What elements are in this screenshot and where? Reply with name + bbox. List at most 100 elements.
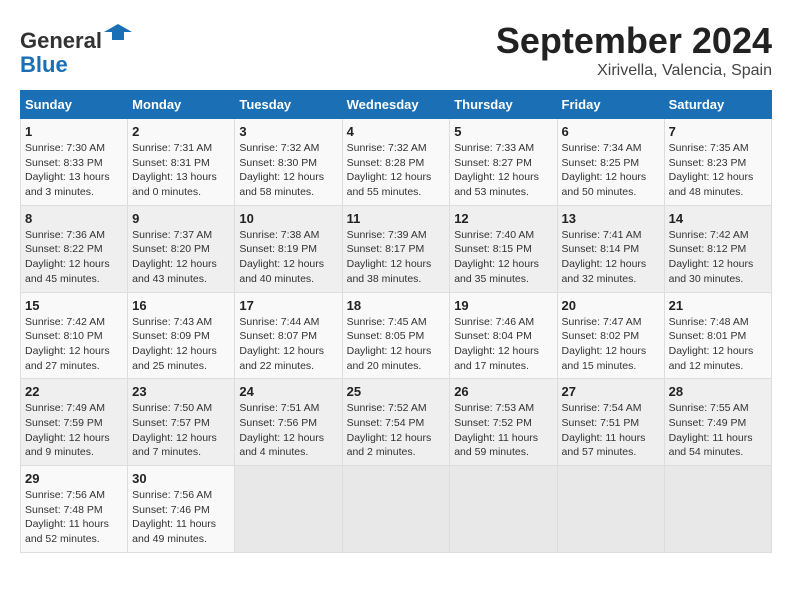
day-info: Sunrise: 7:34 AMSunset: 8:25 PMDaylight:… (562, 141, 660, 200)
location-subtitle: Xirivella, Valencia, Spain (496, 62, 772, 80)
calendar-day-cell: 13Sunrise: 7:41 AMSunset: 8:14 PMDayligh… (557, 205, 664, 292)
day-info: Sunrise: 7:56 AMSunset: 7:48 PMDaylight:… (25, 488, 123, 547)
day-info: Sunrise: 7:39 AMSunset: 8:17 PMDaylight:… (347, 228, 446, 287)
day-number: 21 (669, 298, 767, 313)
day-info: Sunrise: 7:49 AMSunset: 7:59 PMDaylight:… (25, 401, 123, 460)
calendar-week-row: 22 Sunrise: 7:49 AMSunset: 7:59 PMDayligh… (21, 379, 772, 466)
day-info: Sunrise: 7:47 AMSunset: 8:02 PMDaylight:… (562, 315, 660, 374)
day-number: 9 (132, 211, 230, 226)
calendar-week-row: 29Sunrise: 7:56 AMSunset: 7:48 PMDayligh… (21, 466, 772, 553)
calendar-table: Sunday Monday Tuesday Wednesday Thursday… (20, 90, 772, 553)
day-number: 26 (454, 384, 552, 399)
day-info: Sunrise: 7:50 AMSunset: 7:57 PMDaylight:… (132, 401, 230, 460)
day-info: Sunrise: 7:32 AMSunset: 8:30 PMDaylight:… (239, 141, 337, 200)
day-info: Sunrise: 7:31 AMSunset: 8:31 PMDaylight:… (132, 141, 230, 200)
day-info: Sunrise: 7:36 AMSunset: 8:22 PMDaylight:… (25, 228, 123, 287)
header-row: Sunday Monday Tuesday Wednesday Thursday… (21, 91, 772, 119)
day-info: Sunrise: 7:37 AMSunset: 8:20 PMDaylight:… (132, 228, 230, 287)
calendar-day-cell: 1Sunrise: 7:30 AMSunset: 8:33 PMDaylight… (21, 119, 128, 206)
calendar-day-cell: 11 Sunrise: 7:39 AMSunset: 8:17 PMDayligh… (342, 205, 450, 292)
calendar-day-cell: 17 Sunrise: 7:44 AMSunset: 8:07 PMDayligh… (235, 292, 342, 379)
logo-general: General (20, 28, 102, 53)
col-saturday: Saturday (664, 91, 771, 119)
col-friday: Friday (557, 91, 664, 119)
calendar-day-cell: 21Sunrise: 7:48 AMSunset: 8:01 PMDayligh… (664, 292, 771, 379)
calendar-day-cell (450, 466, 557, 553)
calendar-day-cell: 22 Sunrise: 7:49 AMSunset: 7:59 PMDayligh… (21, 379, 128, 466)
calendar-week-row: 8 Sunrise: 7:36 AMSunset: 8:22 PMDaylight… (21, 205, 772, 292)
title-block: September 2024 Xirivella, Valencia, Spai… (496, 20, 772, 80)
calendar-week-row: 1Sunrise: 7:30 AMSunset: 8:33 PMDaylight… (21, 119, 772, 206)
calendar-day-cell (664, 466, 771, 553)
col-thursday: Thursday (450, 91, 557, 119)
page-header: General Blue September 2024 Xirivella, V… (20, 20, 772, 80)
calendar-week-row: 15 Sunrise: 7:42 AMSunset: 8:10 PMDayligh… (21, 292, 772, 379)
day-info: Sunrise: 7:33 AMSunset: 8:27 PMDaylight:… (454, 141, 552, 200)
calendar-day-cell: 2Sunrise: 7:31 AMSunset: 8:31 PMDaylight… (128, 119, 235, 206)
day-number: 15 (25, 298, 123, 313)
calendar-day-cell: 7Sunrise: 7:35 AMSunset: 8:23 PMDaylight… (664, 119, 771, 206)
calendar-day-cell: 15 Sunrise: 7:42 AMSunset: 8:10 PMDayligh… (21, 292, 128, 379)
day-number: 25 (347, 384, 446, 399)
day-number: 5 (454, 124, 552, 139)
logo-blue: Blue (20, 52, 68, 77)
col-monday: Monday (128, 91, 235, 119)
day-info: Sunrise: 7:42 AMSunset: 8:12 PMDaylight:… (669, 228, 767, 287)
day-number: 7 (669, 124, 767, 139)
day-number: 27 (562, 384, 660, 399)
day-info: Sunrise: 7:44 AMSunset: 8:07 PMDaylight:… (239, 315, 337, 374)
day-number: 11 (347, 211, 446, 226)
day-number: 8 (25, 211, 123, 226)
day-info: Sunrise: 7:56 AMSunset: 7:46 PMDaylight:… (132, 488, 230, 547)
day-info: Sunrise: 7:43 AMSunset: 8:09 PMDaylight:… (132, 315, 230, 374)
calendar-day-cell: 16 Sunrise: 7:43 AMSunset: 8:09 PMDayligh… (128, 292, 235, 379)
day-number: 3 (239, 124, 337, 139)
day-number: 17 (239, 298, 337, 313)
calendar-day-cell: 6Sunrise: 7:34 AMSunset: 8:25 PMDaylight… (557, 119, 664, 206)
day-number: 10 (239, 211, 337, 226)
calendar-day-cell: 27 Sunrise: 7:54 AMSunset: 7:51 PMDayligh… (557, 379, 664, 466)
calendar-day-cell (342, 466, 450, 553)
calendar-day-cell: 3 Sunrise: 7:32 AMSunset: 8:30 PMDaylight… (235, 119, 342, 206)
calendar-day-cell: 26Sunrise: 7:53 AMSunset: 7:52 PMDayligh… (450, 379, 557, 466)
day-info: Sunrise: 7:52 AMSunset: 7:54 PMDaylight:… (347, 401, 446, 460)
day-number: 4 (347, 124, 446, 139)
calendar-day-cell: 20 Sunrise: 7:47 AMSunset: 8:02 PMDayligh… (557, 292, 664, 379)
day-info: Sunrise: 7:42 AMSunset: 8:10 PMDaylight:… (25, 315, 123, 374)
day-number: 18 (347, 298, 446, 313)
calendar-day-cell: 12 Sunrise: 7:40 AMSunset: 8:15 PMDayligh… (450, 205, 557, 292)
day-number: 22 (25, 384, 123, 399)
day-info: Sunrise: 7:45 AMSunset: 8:05 PMDaylight:… (347, 315, 446, 374)
calendar-day-cell: 18 Sunrise: 7:45 AMSunset: 8:05 PMDayligh… (342, 292, 450, 379)
calendar-day-cell: 9 Sunrise: 7:37 AMSunset: 8:20 PMDaylight… (128, 205, 235, 292)
day-number: 30 (132, 471, 230, 486)
day-number: 12 (454, 211, 552, 226)
day-number: 16 (132, 298, 230, 313)
day-info: Sunrise: 7:55 AMSunset: 7:49 PMDaylight:… (669, 401, 767, 460)
logo: General Blue (20, 20, 132, 77)
day-number: 14 (669, 211, 767, 226)
calendar-day-cell: 14 Sunrise: 7:42 AMSunset: 8:12 PMDayligh… (664, 205, 771, 292)
calendar-day-cell: 30 Sunrise: 7:56 AMSunset: 7:46 PMDayligh… (128, 466, 235, 553)
col-sunday: Sunday (21, 91, 128, 119)
day-info: Sunrise: 7:41 AMSunset: 8:14 PMDaylight:… (562, 228, 660, 287)
day-info: Sunrise: 7:32 AMSunset: 8:28 PMDaylight:… (347, 141, 446, 200)
day-number: 1 (25, 124, 123, 139)
logo-bird-icon (104, 20, 132, 48)
calendar-day-cell: 28 Sunrise: 7:55 AMSunset: 7:49 PMDayligh… (664, 379, 771, 466)
day-info: Sunrise: 7:46 AMSunset: 8:04 PMDaylight:… (454, 315, 552, 374)
calendar-day-cell: 23 Sunrise: 7:50 AMSunset: 7:57 PMDayligh… (128, 379, 235, 466)
day-info: Sunrise: 7:38 AMSunset: 8:19 PMDaylight:… (239, 228, 337, 287)
day-number: 20 (562, 298, 660, 313)
calendar-day-cell: 10 Sunrise: 7:38 AMSunset: 8:19 PMDayligh… (235, 205, 342, 292)
day-number: 23 (132, 384, 230, 399)
col-wednesday: Wednesday (342, 91, 450, 119)
calendar-day-cell: 5 Sunrise: 7:33 AMSunset: 8:27 PMDaylight… (450, 119, 557, 206)
calendar-day-cell (557, 466, 664, 553)
day-info: Sunrise: 7:54 AMSunset: 7:51 PMDaylight:… (562, 401, 660, 460)
month-title: September 2024 (496, 20, 772, 62)
day-info: Sunrise: 7:40 AMSunset: 8:15 PMDaylight:… (454, 228, 552, 287)
day-number: 28 (669, 384, 767, 399)
calendar-day-cell: 24Sunrise: 7:51 AMSunset: 7:56 PMDayligh… (235, 379, 342, 466)
day-number: 19 (454, 298, 552, 313)
